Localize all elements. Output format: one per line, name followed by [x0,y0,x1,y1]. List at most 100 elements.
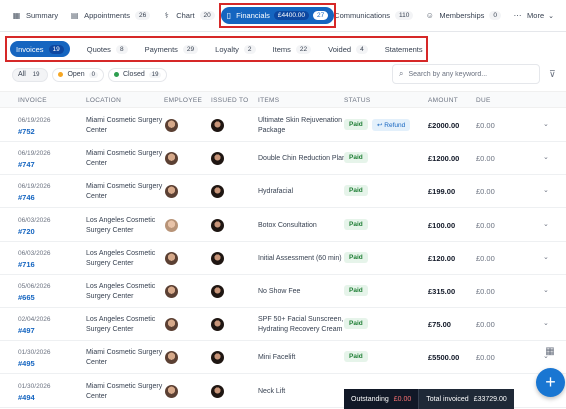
employee-avatar[interactable] [165,218,178,232]
chevron-down-icon[interactable]: ⌄ [543,286,549,294]
nav-financials[interactable]: ▯ Financials £4400.00 27 [220,7,335,24]
tab-label: Payments [144,44,178,54]
chevron-down-icon[interactable]: ⌄ [543,319,549,327]
table-row[interactable]: 02/04/2026 #497 Los Angeles Cosmetic Surger… [0,308,566,342]
employee-avatar[interactable] [165,119,178,132]
table-row[interactable]: 06/19/2026 #747 Miami Cosmetic Surgery Cent… [0,142,566,176]
client-avatar[interactable] [211,152,224,166]
invoice-number[interactable]: #720 [18,227,35,237]
employee-avatar[interactable] [165,351,178,365]
refund-label: Refund [384,122,406,129]
client-avatar[interactable] [211,384,224,398]
tab-count: 2 [243,44,256,54]
chevron-down-icon[interactable]: ⌄ [543,120,549,128]
amount-value: £120.00 [428,253,456,263]
tab-count: 22 [295,44,312,54]
invoice-date: 01/30/2026 [18,349,51,357]
filter-count: 19 [148,71,162,78]
calendar-icon[interactable]: ▦ [543,345,557,359]
invoice-number[interactable]: #494 [18,393,35,403]
tab-voided[interactable]: Voided 4 [328,44,368,54]
invoice-date: 06/19/2026 [18,117,51,124]
tab-quotes[interactable]: Quotes 8 [87,44,128,54]
chevron-down-icon[interactable]: ⌄ [543,153,549,161]
filter-label: Closed [122,71,145,78]
client-avatar[interactable] [211,285,224,298]
col-employee[interactable]: EMPLOYEE [164,97,202,104]
col-location[interactable]: LOCATION [86,97,121,104]
invoice-number[interactable]: #746 [18,193,35,203]
client-avatar[interactable] [211,318,224,332]
add-button[interactable]: + [536,368,565,397]
client-avatar[interactable] [211,351,224,365]
tab-items[interactable]: Items 22 [273,44,312,54]
filter-all[interactable]: All 19 [12,67,49,82]
invoice-number[interactable]: #495 [18,359,35,369]
location-line-2: Center [86,160,108,168]
client-avatar[interactable] [211,251,224,265]
location-line-1: Los Angeles Cosmetic [86,283,156,290]
chevron-down-icon[interactable]: ⌄ [543,253,549,261]
client-avatar[interactable] [211,119,224,132]
nav-financials-label: Financials [236,11,270,20]
table-row[interactable]: 06/19/2026 #746 Miami Cosmetic Surgery Cent… [0,175,566,209]
employee-avatar[interactable] [165,152,178,166]
tab-loyalty[interactable]: Loyalty 2 [215,44,256,54]
tab-invoices[interactable]: Invoices 19 [10,41,70,57]
col-due[interactable]: DUE [476,97,491,104]
table-row[interactable]: 05/06/2026 #665 Los Angeles Cosmetic Surger… [0,275,566,308]
status-badge: Paid [344,318,368,330]
table-row[interactable]: 01/30/2026 #495 Miami Cosmetic Surgery Cent… [0,341,566,375]
invoice-number[interactable]: #497 [18,326,35,336]
nav-appointments[interactable]: ▤ Appointments 26 [70,11,151,20]
nav-summary[interactable]: ▦ Summary [12,11,58,20]
invoiced-total: Total invoiced £33729.00 [419,389,514,409]
filter-label: Open [67,71,85,78]
client-avatar[interactable] [211,218,224,232]
item-line-1: Initial Assessment (60 min) [258,254,342,262]
employee-avatar[interactable] [165,185,178,199]
filter-funnel-icon[interactable]: ⊽ [549,69,556,80]
employee-avatar[interactable] [165,285,178,298]
due-value: £0.00 [476,187,495,197]
col-invoice[interactable]: INVOICE [18,97,47,104]
employee-avatar[interactable] [165,384,178,398]
amount-value: £199.00 [428,187,456,197]
chevron-down-icon: ⌄ [548,12,554,20]
nav-more[interactable]: ⋯ More ⌄ [513,11,554,20]
location-line-1: Los Angeles Cosmetic [86,216,156,224]
item-line-2: Hydrating Recovery Cream [258,326,343,334]
due-value: £0.00 [476,287,495,296]
status-badge: Paid [344,185,368,197]
col-items[interactable]: ITEMS [258,97,279,104]
nav-chart[interactable]: ⚕ Chart 20 [162,11,215,20]
invoice-number[interactable]: #665 [18,293,35,303]
table-row[interactable]: 06/03/2026 #720 Los Angeles Cosmetic Surger… [0,209,566,242]
col-issued-to[interactable]: ISSUED TO [211,97,249,104]
nav-financials-count: 27 [313,11,329,20]
due-value: £0.00 [476,353,495,363]
open-dot-icon [58,72,64,77]
employee-avatar[interactable] [165,251,178,265]
client-avatar[interactable] [211,185,224,199]
invoice-number[interactable]: #752 [18,127,35,137]
filter-open[interactable]: Open 0 [52,67,104,82]
tab-statements[interactable]: Statements [385,45,423,54]
invoice-number[interactable]: #747 [18,160,35,170]
chevron-down-icon[interactable]: ⌄ [543,186,549,194]
col-status[interactable]: STATUS [344,97,370,104]
table-row[interactable]: 06/03/2026 #716 Los Angeles Cosmetic Surger… [0,242,566,275]
item-line-1: Neck Lift [258,387,286,395]
tab-payments[interactable]: Payments 29 [144,44,199,54]
employee-avatar[interactable] [165,318,178,332]
col-amount[interactable]: AMOUNT [428,97,458,104]
chevron-down-icon[interactable]: ⌄ [543,220,549,228]
table-row[interactable]: 06/19/2026 #752 Miami Cosmetic Surgery Cent… [0,109,566,142]
nav-memberships[interactable]: ☺ Memberships 0 [425,11,502,20]
filter-closed[interactable]: Closed 19 [107,67,168,82]
invoice-number[interactable]: #716 [18,260,35,270]
amount-value: £2000.00 [428,121,460,130]
search-input[interactable] [408,70,529,78]
invoice-date: 05/06/2026 [18,283,51,290]
status-filters: All 19 Open 0 Closed 19 [12,67,171,82]
